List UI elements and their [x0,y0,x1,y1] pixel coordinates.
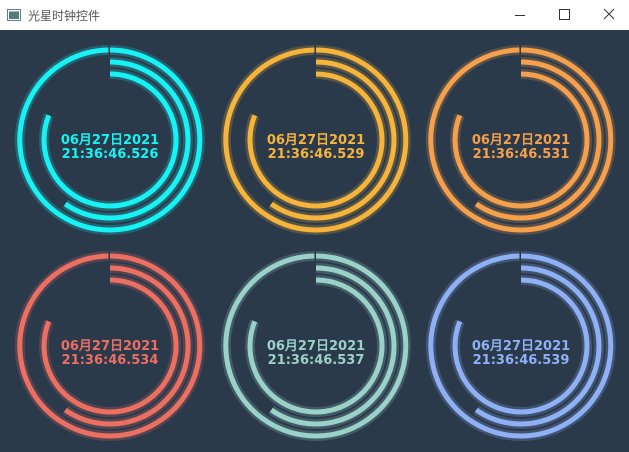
clock-time: 21:36:46.534 [61,353,159,368]
clock-date: 06月27日2021 [471,133,571,148]
close-button[interactable] [585,0,629,30]
clock-time: 21:36:46.539 [472,353,570,368]
title-bar[interactable]: 光星时钟控件 [0,0,629,30]
window-title: 光星时钟控件 [28,9,101,23]
app-window: 光星时钟控件 06月27日2021 21:36:46.526 06月27日202… [0,0,629,452]
app-icon [7,9,21,21]
clock-widget: 06月27日2021 21:36:46.537 [216,246,416,446]
clock-time: 21:36:46.537 [267,353,365,368]
minimize-icon [515,15,525,16]
clock-time: 21:36:46.529 [267,147,365,162]
clock-widget: 06月27日2021 21:36:46.529 [216,40,416,240]
clock-date: 06月27日2021 [60,339,160,354]
clock-panel: 06月27日2021 21:36:46.526 06月27日2021 21:36… [0,30,629,452]
clock-widget: 06月27日2021 21:36:46.534 [10,246,210,446]
clock-widget: 06月27日2021 21:36:46.539 [421,246,621,446]
clock-widget: 06月27日2021 21:36:46.526 [10,40,210,240]
close-icon [603,8,615,20]
clock-date: 06月27日2021 [471,339,571,354]
clock-time: 21:36:46.526 [61,147,159,162]
clock-widget: 06月27日2021 21:36:46.531 [421,40,621,240]
maximize-icon [559,9,570,20]
clock-date: 06月27日2021 [266,133,366,148]
minimize-button[interactable] [497,0,543,30]
clock-time: 21:36:46.531 [472,147,570,162]
clock-date: 06月27日2021 [60,133,160,148]
clock-date: 06月27日2021 [266,339,366,354]
maximize-button[interactable] [542,0,588,30]
